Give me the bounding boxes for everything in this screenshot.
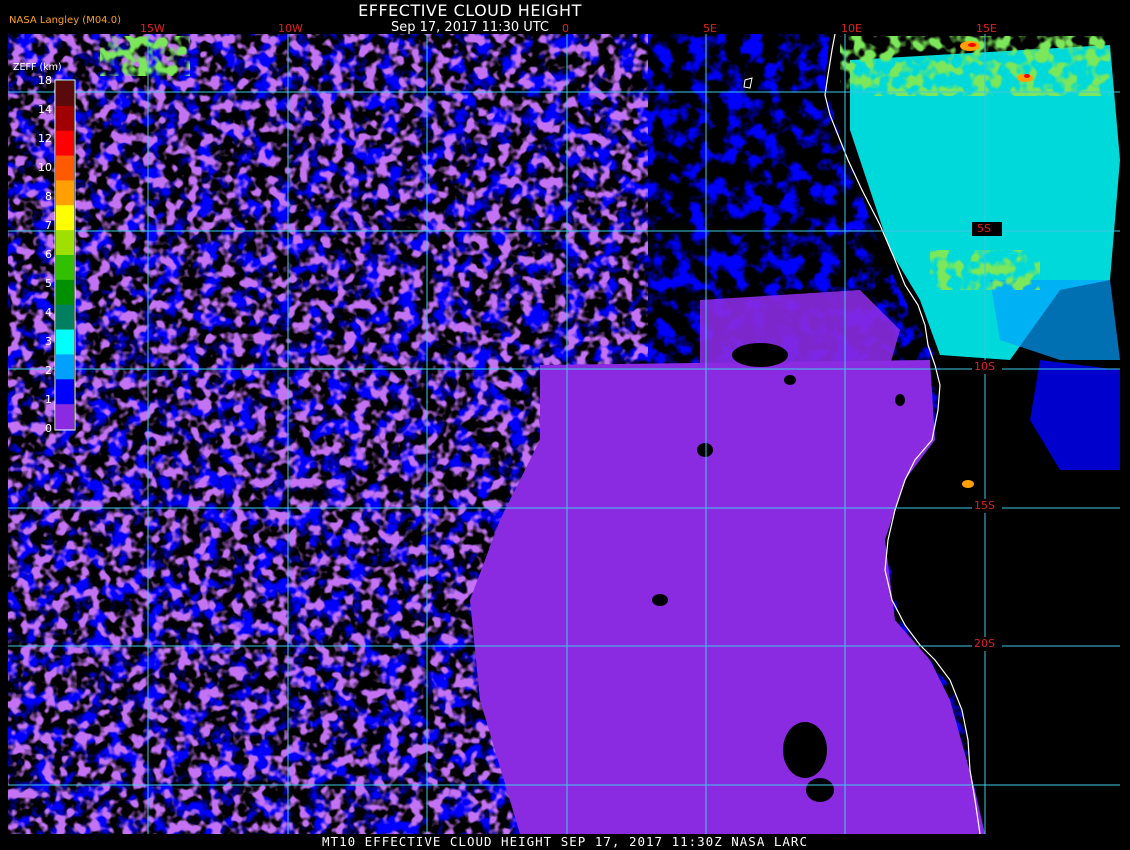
legend-swatch-11 xyxy=(56,354,74,380)
legend-swatch-4 xyxy=(56,180,74,206)
legend-swatch-3 xyxy=(56,155,74,181)
lat-label-10s: 10S xyxy=(974,360,995,373)
legend-tick-label: 4 xyxy=(45,306,52,319)
map-title: EFFECTIVE CLOUD HEIGHT xyxy=(358,1,582,20)
legend-tick-label: 7 xyxy=(45,219,52,232)
legend-tick-label: 10 xyxy=(38,161,52,174)
legend-swatch-13 xyxy=(56,404,74,430)
legend-swatch-12 xyxy=(56,379,74,405)
legend-tick-label: 2 xyxy=(45,364,52,377)
legend-tick-label: 14 xyxy=(38,103,52,116)
legend-title: ZEFF (km) xyxy=(13,62,62,73)
legend-tick-label: 0 xyxy=(45,422,52,435)
lon-label-0: 0 xyxy=(562,22,569,35)
legend-tick-label: 12 xyxy=(38,132,52,145)
legend-swatch-6 xyxy=(56,230,74,256)
legend-tick-label: 18 xyxy=(38,74,52,87)
legend-swatch-0 xyxy=(56,81,74,107)
legend-swatch-8 xyxy=(56,279,74,306)
lat-label-5s: 5S xyxy=(977,222,991,235)
legend-tick-label: 6 xyxy=(45,248,52,261)
convective-cells-nw xyxy=(100,36,190,76)
stratocumulus-deck-north xyxy=(700,290,900,365)
lon-label-5e: 5E xyxy=(703,22,717,35)
footer-caption: MT10 EFFECTIVE CLOUD HEIGHT SEP 17, 2017… xyxy=(322,834,808,849)
lon-label-10w: 10W xyxy=(278,22,303,35)
lat-label-20s: 20S xyxy=(974,637,995,650)
legend-tick-label: 3 xyxy=(45,335,52,348)
lon-label-15e: 15E xyxy=(976,22,997,35)
legend-tick-label: 1 xyxy=(45,393,52,406)
lat-label-15s: 15S xyxy=(974,499,995,512)
provider-label: NASA Langley (M04.0) xyxy=(9,15,121,26)
legend-swatch-10 xyxy=(56,329,74,355)
legend-swatches xyxy=(56,81,74,430)
legend-swatch-1 xyxy=(56,105,74,132)
legend-swatch-5 xyxy=(56,205,74,231)
legend-swatch-7 xyxy=(56,255,74,281)
legend-swatch-9 xyxy=(56,304,74,331)
legend-tick-label: 5 xyxy=(45,277,52,290)
legend-tick-label: 8 xyxy=(45,190,52,203)
lon-label-15w: 15W xyxy=(140,22,165,35)
cloud-height-map xyxy=(8,33,1120,835)
legend-swatch-2 xyxy=(56,130,74,157)
lon-label-10e: 10E xyxy=(841,22,862,35)
